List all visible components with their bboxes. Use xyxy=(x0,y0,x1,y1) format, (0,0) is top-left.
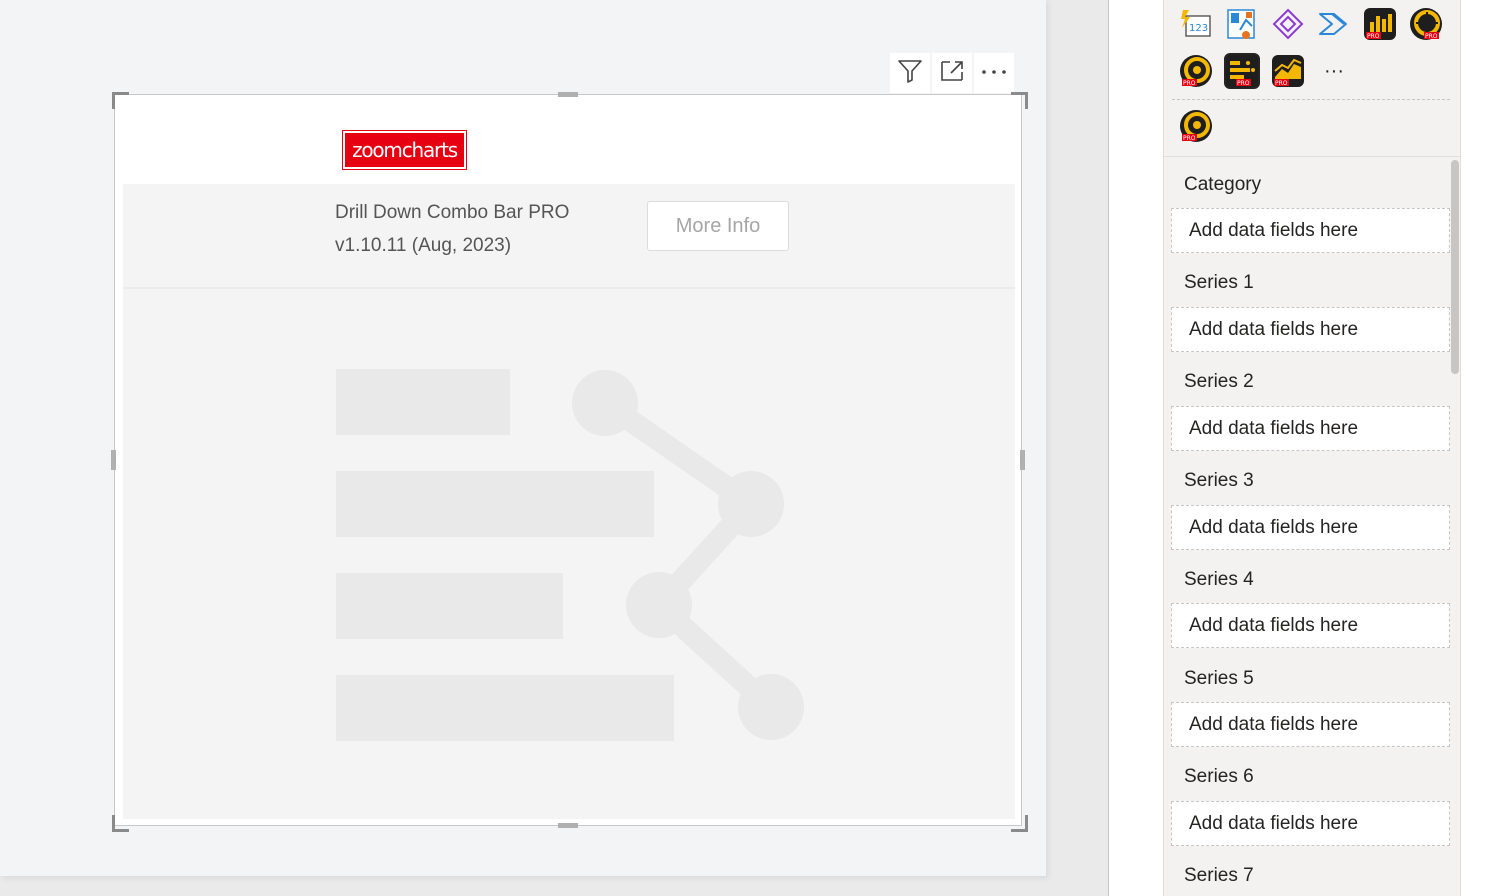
well-label-category: Category xyxy=(1184,174,1262,195)
well-placeholder: Add data fields here xyxy=(1189,318,1359,340)
zoomcharts-pro-icon[interactable]: PRO xyxy=(1364,8,1396,40)
well-placeholder: Add data fields here xyxy=(1189,219,1359,241)
well-series-1[interactable]: Add data fields here xyxy=(1171,307,1450,352)
power-automate-icon[interactable] xyxy=(1318,8,1350,40)
well-placeholder: Add data fields here xyxy=(1189,812,1359,834)
focus-mode-button[interactable] xyxy=(932,53,972,93)
more-visuals-button[interactable]: ··· xyxy=(1318,55,1350,87)
well-series-3[interactable]: Add data fields here xyxy=(1171,505,1450,550)
svg-text:123: 123 xyxy=(1189,23,1208,34)
pane-gap xyxy=(1109,0,1163,896)
zoomcharts-logo: zoomcharts xyxy=(342,130,467,170)
resize-corner-top-right[interactable] xyxy=(1011,92,1028,109)
placeholder-node-1 xyxy=(572,370,638,436)
right-pane-edge xyxy=(1460,0,1500,896)
more-options-icon xyxy=(980,64,1008,82)
wells-divider xyxy=(1164,156,1460,157)
resize-corner-bottom-right[interactable] xyxy=(1011,815,1028,832)
well-label-series-7: Series 7 xyxy=(1184,865,1254,886)
resize-handle-left[interactable] xyxy=(111,450,116,470)
well-label-series-4: Series 4 xyxy=(1184,569,1254,590)
well-series-2[interactable]: Add data fields here xyxy=(1171,406,1450,451)
placeholder-node-2 xyxy=(718,471,784,537)
svg-text:PRO: PRO xyxy=(1183,80,1196,87)
resize-handle-top[interactable] xyxy=(558,92,578,97)
well-placeholder: Add data fields here xyxy=(1189,417,1359,439)
well-label-series-5: Series 5 xyxy=(1184,668,1254,689)
placeholder-bar-1 xyxy=(336,369,510,435)
chart-placeholder xyxy=(123,289,1015,819)
zoomcharts-pro-icon[interactable]: PRO xyxy=(1180,55,1212,87)
well-series-5[interactable]: Add data fields here xyxy=(1171,702,1450,747)
focus-mode-icon xyxy=(938,58,966,89)
visual-header xyxy=(890,53,1014,93)
well-label-series-1: Series 1 xyxy=(1184,272,1254,293)
well-placeholder: Add data fields here xyxy=(1189,614,1359,636)
zoomcharts-pro-icon[interactable]: PRO xyxy=(1410,8,1442,40)
svg-text:PRO: PRO xyxy=(1425,33,1438,40)
resize-handle-right[interactable] xyxy=(1020,450,1025,470)
well-category[interactable]: Add data fields here xyxy=(1171,208,1450,253)
placeholder-bar-2 xyxy=(336,471,654,537)
svg-text:PRO: PRO xyxy=(1275,80,1288,87)
power-apps-icon[interactable] xyxy=(1272,8,1304,40)
filter-icon xyxy=(896,58,924,89)
wells-scrollbar[interactable] xyxy=(1451,160,1459,374)
placeholder-node-4 xyxy=(738,674,804,740)
filter-button[interactable] xyxy=(890,53,930,93)
product-info-row: Drill Down Combo Bar PRO v1.10.11 (Aug, … xyxy=(123,184,1015,289)
svg-text:PRO: PRO xyxy=(1237,80,1250,87)
resize-handle-bottom[interactable] xyxy=(558,823,578,828)
well-placeholder: Add data fields here xyxy=(1189,516,1359,538)
zoomcharts-pro-icon[interactable]: PRO xyxy=(1272,55,1304,87)
product-version: v1.10.11 (Aug, 2023) xyxy=(335,235,512,256)
well-placeholder: Add data fields here xyxy=(1189,713,1359,735)
well-series-6[interactable]: Add data fields here xyxy=(1171,801,1450,846)
more-info-button[interactable]: More Info xyxy=(647,201,789,251)
well-label-series-6: Series 6 xyxy=(1184,766,1254,787)
product-name: Drill Down Combo Bar PRO xyxy=(335,202,570,223)
well-label-series-2: Series 2 xyxy=(1184,371,1254,392)
placeholder-node-3 xyxy=(626,572,692,638)
custom-visual-icon[interactable] xyxy=(1226,8,1258,40)
resize-corner-top-left[interactable] xyxy=(112,92,129,109)
well-label-series-3: Series 3 xyxy=(1184,470,1254,491)
resize-corner-bottom-left[interactable] xyxy=(112,815,129,832)
zoomcharts-combo-bar-pro-icon[interactable]: PRO xyxy=(1224,53,1260,89)
svg-text:PRO: PRO xyxy=(1367,33,1380,40)
svg-text:PRO: PRO xyxy=(1183,135,1196,142)
drill-down-placeholder-graphic xyxy=(336,369,804,741)
placeholder-bar-3 xyxy=(336,573,563,639)
visuals-divider xyxy=(1172,99,1450,100)
more-options-button[interactable] xyxy=(974,53,1014,93)
placeholder-bar-4 xyxy=(336,675,674,741)
logo-row: zoomcharts xyxy=(123,103,1015,192)
well-series-4[interactable]: Add data fields here xyxy=(1171,603,1450,648)
number-card-icon[interactable]: 123 xyxy=(1180,8,1212,40)
zoomcharts-pro-icon[interactable]: PRO xyxy=(1180,110,1212,142)
visual-container[interactable]: zoomcharts Drill Down Combo Bar PRO v1.1… xyxy=(114,94,1022,826)
